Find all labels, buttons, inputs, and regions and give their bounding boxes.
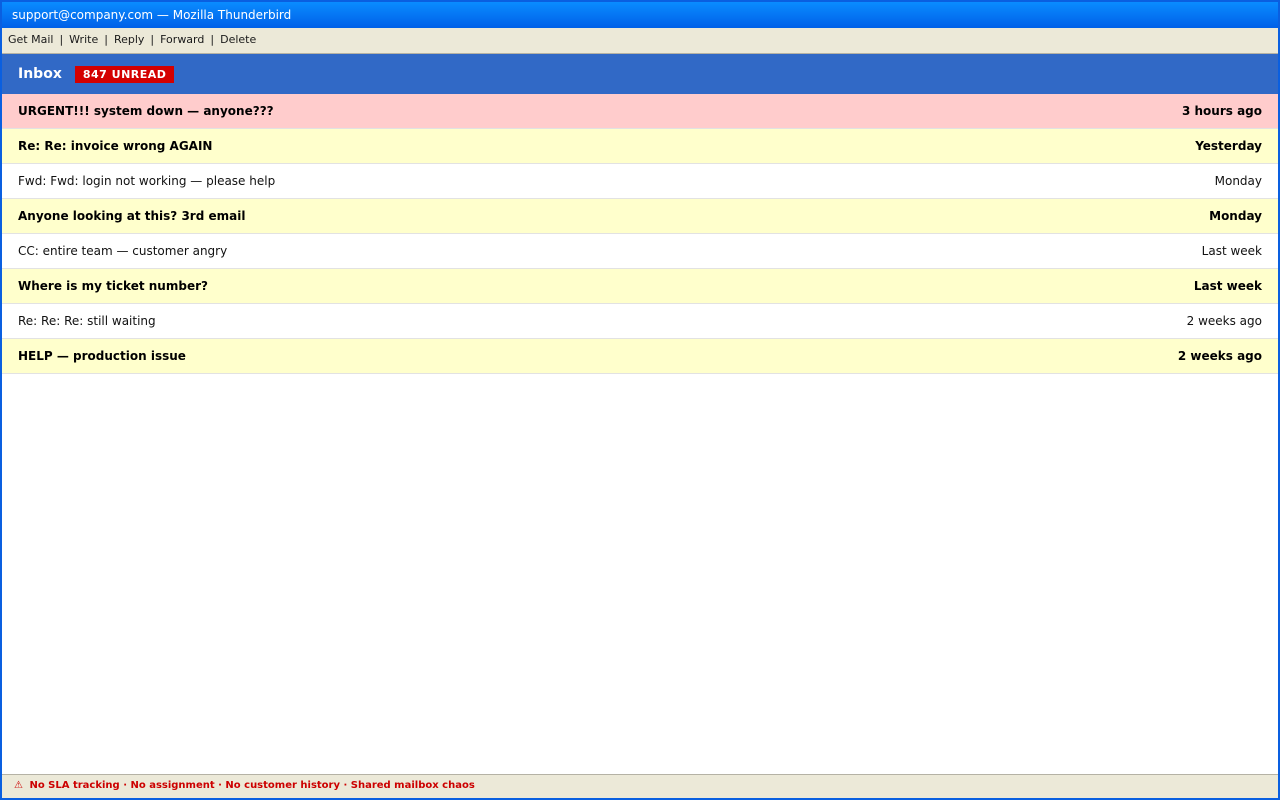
write-button[interactable]: Write bbox=[69, 33, 98, 46]
message-subject: Re: Re: invoice wrong AGAIN bbox=[18, 139, 213, 153]
status-bar: ⚠ No SLA tracking · No assignment · No c… bbox=[2, 774, 1278, 798]
message-subject: HELP — production issue bbox=[18, 349, 186, 363]
message-date: Last week bbox=[1193, 279, 1262, 293]
message-row[interactable]: Re: Re: invoice wrong AGAIN Yesterday bbox=[2, 129, 1278, 164]
message-subject: CC: entire team — customer angry bbox=[18, 244, 228, 258]
reply-button[interactable]: Reply bbox=[114, 33, 144, 46]
message-row[interactable]: HELP — production issue 2 weeks ago bbox=[2, 339, 1278, 374]
message-subject: Re: Re: Re: still waiting bbox=[18, 314, 156, 328]
message-date: Last week bbox=[1201, 244, 1262, 258]
warning-icon: ⚠ bbox=[14, 780, 23, 791]
get-mail-button[interactable]: Get Mail bbox=[8, 33, 53, 46]
folder-header: Inbox 847 UNREAD bbox=[2, 54, 1278, 94]
message-row[interactable]: CC: entire team — customer angry Last wee… bbox=[2, 234, 1278, 269]
message-subject: URGENT!!! system down — anyone??? bbox=[18, 104, 274, 118]
toolbar-separator: | bbox=[104, 33, 108, 46]
status-text: No SLA tracking · No assignment · No cus… bbox=[29, 780, 475, 791]
folder-name: Inbox bbox=[18, 66, 62, 82]
delete-button[interactable]: Delete bbox=[220, 33, 256, 46]
message-date: Monday bbox=[1209, 209, 1262, 223]
message-row[interactable]: Anyone looking at this? 3rd email Monday bbox=[2, 199, 1278, 234]
message-row[interactable]: URGENT!!! system down — anyone??? 3 hours… bbox=[2, 94, 1278, 129]
message-date: 2 weeks ago bbox=[1177, 349, 1262, 363]
toolbar-separator: | bbox=[150, 33, 155, 46]
message-date: Yesterday bbox=[1195, 139, 1262, 153]
message-row[interactable]: Where is my ticket number? Last week bbox=[2, 269, 1278, 304]
mail-toolbar: Get Mail | Write | Reply | Forward | Delete bbox=[2, 28, 1278, 54]
window-titlebar: support@company.com — Mozilla Thunderbir… bbox=[2, 2, 1278, 28]
message-row[interactable]: Re: Re: Re: still waiting 2 weeks ago bbox=[2, 304, 1278, 339]
message-row[interactable]: Fwd: Fwd: login not working — please hel… bbox=[2, 164, 1278, 199]
message-subject: Anyone looking at this? 3rd email bbox=[18, 209, 246, 223]
toolbar-separator: | bbox=[59, 33, 64, 46]
unread-count-badge: 847 UNREAD bbox=[74, 65, 175, 83]
forward-button[interactable]: Forward bbox=[160, 33, 204, 46]
message-date: Monday bbox=[1214, 174, 1262, 188]
message-subject: Where is my ticket number? bbox=[18, 279, 208, 293]
thunderbird-window: support@company.com — Mozilla Thunderbir… bbox=[0, 0, 1280, 800]
message-date: 2 weeks ago bbox=[1186, 314, 1262, 328]
message-list: URGENT!!! system down — anyone??? 3 hours… bbox=[2, 94, 1278, 374]
window-title: support@company.com — Mozilla Thunderbir… bbox=[12, 8, 292, 22]
message-date: 3 hours ago bbox=[1181, 104, 1262, 118]
message-subject: Fwd: Fwd: login not working — please hel… bbox=[18, 174, 276, 188]
toolbar-separator: | bbox=[210, 33, 215, 46]
